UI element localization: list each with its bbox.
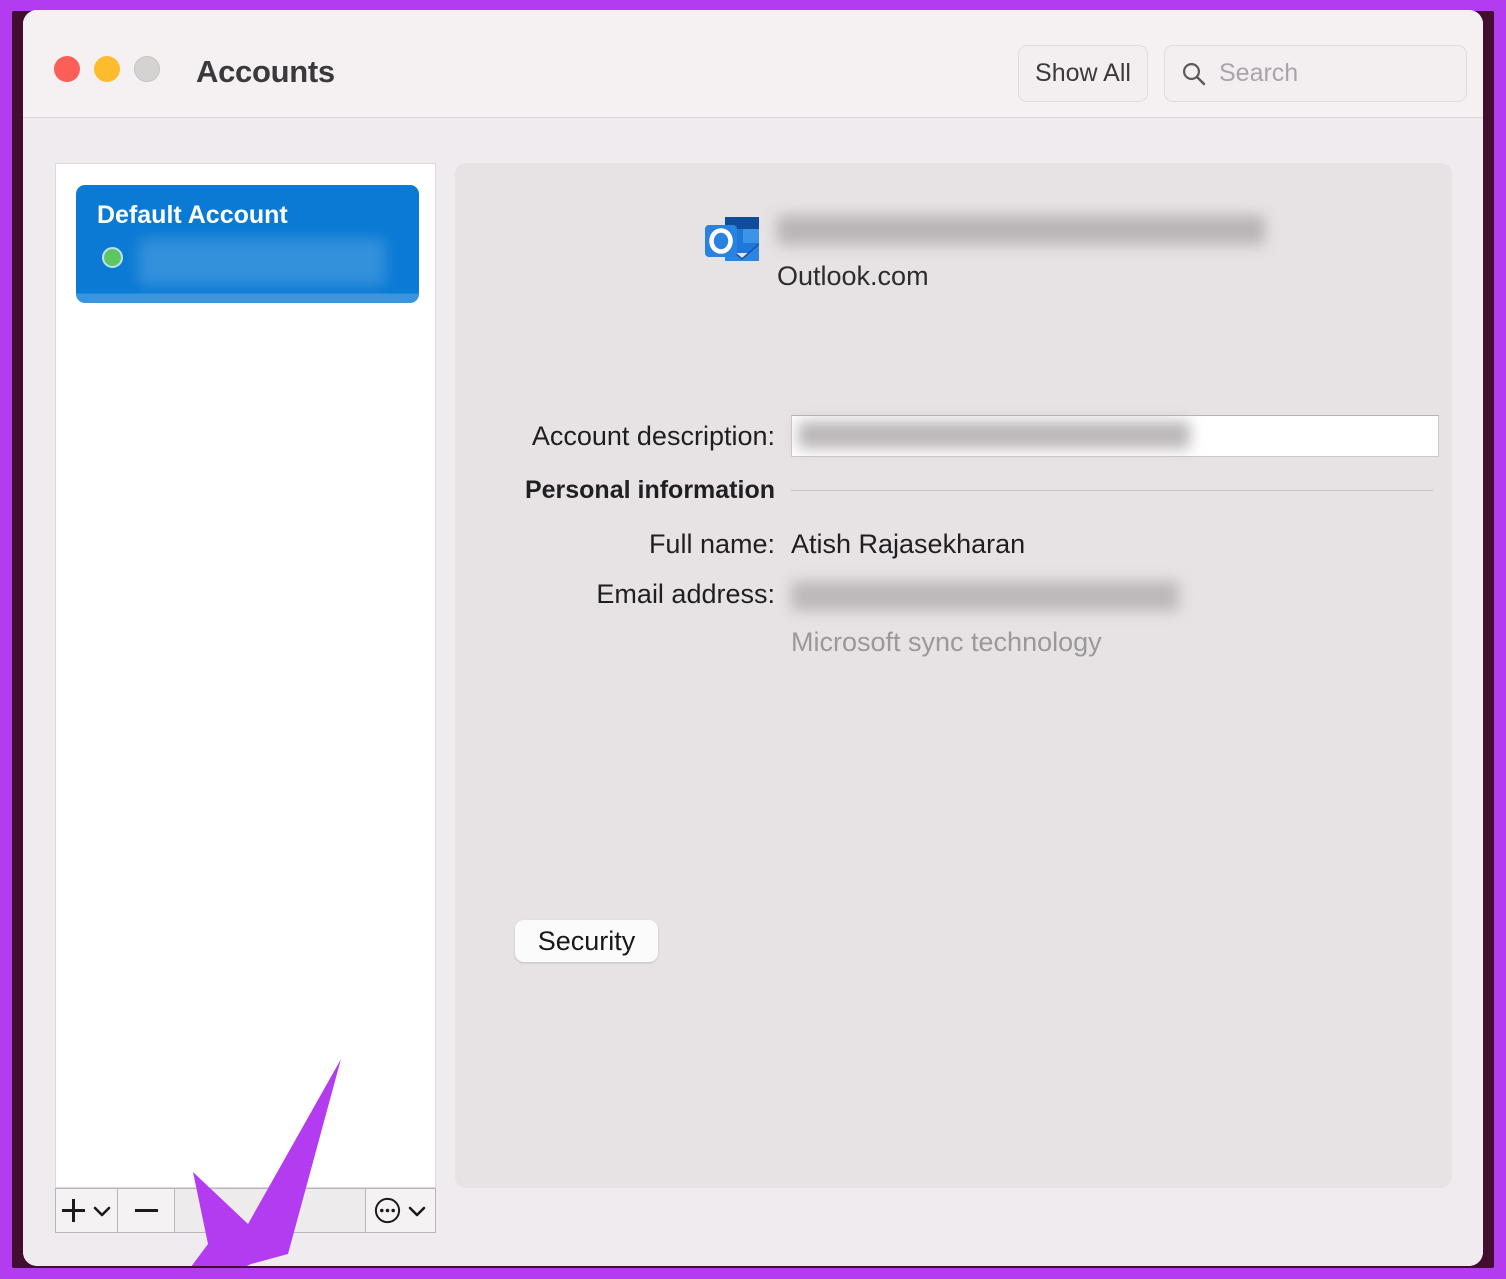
email-address-stack: Microsoft sync technology: [791, 579, 1179, 658]
chevron-down-icon: [408, 1206, 426, 1216]
ellipsis-circle-icon: [374, 1197, 401, 1224]
account-provider: Outlook.com: [777, 261, 929, 291]
show-all-button[interactable]: Show All: [1018, 45, 1148, 102]
window-titlebar: Accounts Show All: [23, 10, 1483, 118]
account-detail-panel: Outlook.com Account description: Persona…: [455, 163, 1452, 1188]
add-account-button[interactable]: [56, 1189, 118, 1232]
full-name-label: Full name:: [648, 529, 775, 559]
plus-icon: [61, 1199, 85, 1222]
search-input[interactable]: [1219, 59, 1439, 88]
maximize-button[interactable]: [134, 56, 160, 82]
email-address-value-redacted: [791, 581, 1179, 611]
close-button[interactable]: [54, 56, 80, 82]
personal-information-section-header: Personal information: [455, 476, 1452, 505]
chevron-down-icon: [93, 1206, 110, 1216]
account-email-redacted: [777, 215, 1265, 245]
accounts-window: Accounts Show All Default Account: [23, 10, 1483, 1266]
full-name-row: Full name: Atish Rajasekharan: [455, 529, 1452, 560]
sidebar-toolbar: [55, 1188, 436, 1233]
account-description-input[interactable]: [791, 415, 1439, 457]
minimize-button[interactable]: [94, 56, 120, 82]
search-field[interactable]: [1164, 45, 1467, 102]
sync-technology-note: Microsoft sync technology: [791, 627, 1102, 657]
account-description-label: Account description:: [531, 420, 775, 451]
security-button[interactable]: Security: [515, 920, 658, 962]
status-badge: [102, 247, 123, 268]
account-description-value-redacted: [798, 421, 1190, 449]
search-icon: [1182, 62, 1206, 85]
account-item-name-redacted: [138, 238, 386, 286]
accounts-sidebar: Default Account: [55, 163, 436, 1188]
page-title: Accounts: [196, 54, 335, 89]
account-header: Outlook.com: [701, 211, 1265, 292]
window-body: Default Account Outlook.com Account desc…: [23, 119, 1483, 1266]
personal-information-label: Personal information: [524, 476, 775, 504]
account-header-text: Outlook.com: [777, 215, 1265, 292]
toolbar-spacer: [175, 1189, 366, 1232]
more-actions-button[interactable]: [366, 1189, 435, 1232]
minus-icon: [134, 1209, 158, 1212]
sidebar-item-default-account[interactable]: Default Account: [76, 185, 419, 303]
account-description-row: Account description:: [455, 415, 1452, 457]
outlook-icon: [705, 217, 759, 261]
full-name-value: Atish Rajasekharan: [791, 529, 1026, 559]
section-divider: [791, 490, 1433, 491]
screenshot-root: Accounts Show All Default Account: [0, 0, 1506, 1279]
remove-account-button[interactable]: [118, 1189, 175, 1232]
email-address-row: Email address: Microsoft sync technology: [455, 579, 1452, 658]
account-item-title: Default Account: [97, 201, 288, 229]
email-address-label: Email address:: [596, 579, 775, 609]
